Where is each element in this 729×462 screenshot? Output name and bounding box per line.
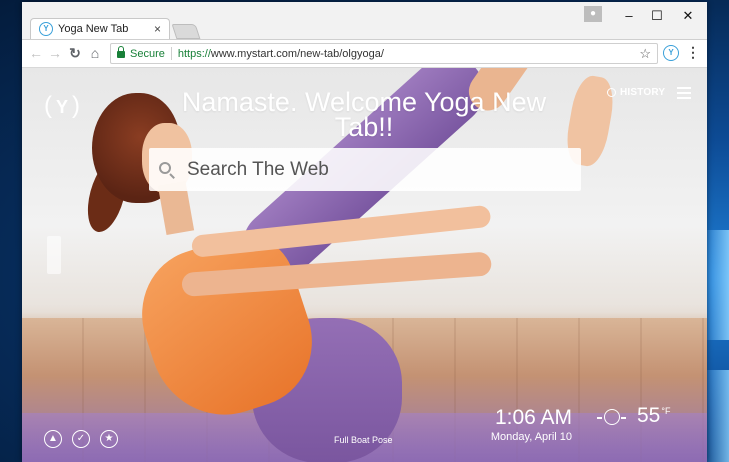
address-bar[interactable]: Secure https:// www.mystart.com/new-tab/…: [110, 43, 658, 64]
sun-icon: [597, 406, 626, 428]
divider: [170, 47, 172, 60]
url-scheme: https://: [177, 47, 211, 60]
clock-widget: 1:06 AM Monday, April 10: [482, 406, 572, 443]
history-clock-icon: [607, 88, 616, 97]
close-window-button[interactable]: ✕: [674, 6, 702, 26]
browser-toolbar: ← → ↻ ⌂ Secure https:// www.mystart.com/…: [22, 39, 707, 68]
bottom-icon-bar: ▲ ✓ ★: [44, 430, 118, 448]
tab-yoga-new-tab[interactable]: Y Yoga New Tab ×: [30, 18, 170, 39]
search-icon[interactable]: [159, 161, 175, 178]
desktop-light-streak: [707, 370, 729, 462]
check-circle-icon[interactable]: ✓: [72, 430, 90, 448]
minimize-button[interactable]: –: [615, 6, 643, 26]
weather-widget[interactable]: 55 °F: [597, 404, 670, 428]
pose-caption: Full Boat Pose: [334, 435, 393, 445]
maximize-button[interactable]: ☐: [643, 6, 671, 26]
star-circle-icon[interactable]: ★: [100, 430, 118, 448]
search-box[interactable]: [149, 148, 581, 191]
back-arrow-icon[interactable]: ←: [27, 44, 45, 62]
temperature-value: 55: [637, 404, 661, 427]
yoga-logo[interactable]: Y: [44, 91, 80, 122]
hamburger-menu-icon[interactable]: [677, 87, 691, 99]
reload-icon[interactable]: ↻: [66, 44, 84, 62]
tab-title: Yoga New Tab: [58, 23, 129, 35]
clock-date: Monday, April 10: [490, 431, 572, 443]
secure-label: Secure: [130, 47, 165, 60]
desktop-light-streak: [707, 230, 729, 340]
home-icon[interactable]: ⌂: [86, 44, 104, 62]
yoga-favicon-icon: Y: [39, 22, 53, 36]
history-button[interactable]: HISTORY: [607, 87, 665, 98]
forward-arrow-icon[interactable]: →: [46, 44, 64, 62]
clock-time: 1:06 AM: [494, 406, 572, 429]
history-label: HISTORY: [620, 87, 666, 98]
user-profile-icon[interactable]: ●: [584, 6, 602, 22]
new-tab-button[interactable]: [171, 24, 201, 39]
temperature-unit: °F: [661, 406, 671, 416]
browser-window: Y Yoga New Tab × ● – ☐ ✕ ← → ↻ ⌂ Secure …: [22, 2, 707, 462]
background-wall-switch: [47, 236, 61, 274]
image-icon[interactable]: ▲: [44, 430, 62, 448]
close-tab-icon[interactable]: ×: [154, 22, 161, 36]
url-text: www.mystart.com/new-tab/olgyoga/: [210, 47, 384, 60]
star-icon[interactable]: ☆: [639, 46, 651, 62]
title-bar: Y Yoga New Tab × ● – ☐ ✕: [22, 2, 707, 39]
yoga-extension-icon[interactable]: Y: [663, 45, 679, 61]
lock-icon: [117, 46, 125, 58]
welcome-headline: Namaste. Welcome Yoga New Tab!!: [181, 87, 547, 142]
new-tab-page: Y Namaste. Welcome Yoga New Tab!! HISTOR…: [22, 68, 707, 462]
kebab-menu-icon[interactable]: ⋮: [686, 44, 700, 61]
search-input[interactable]: [185, 157, 569, 182]
